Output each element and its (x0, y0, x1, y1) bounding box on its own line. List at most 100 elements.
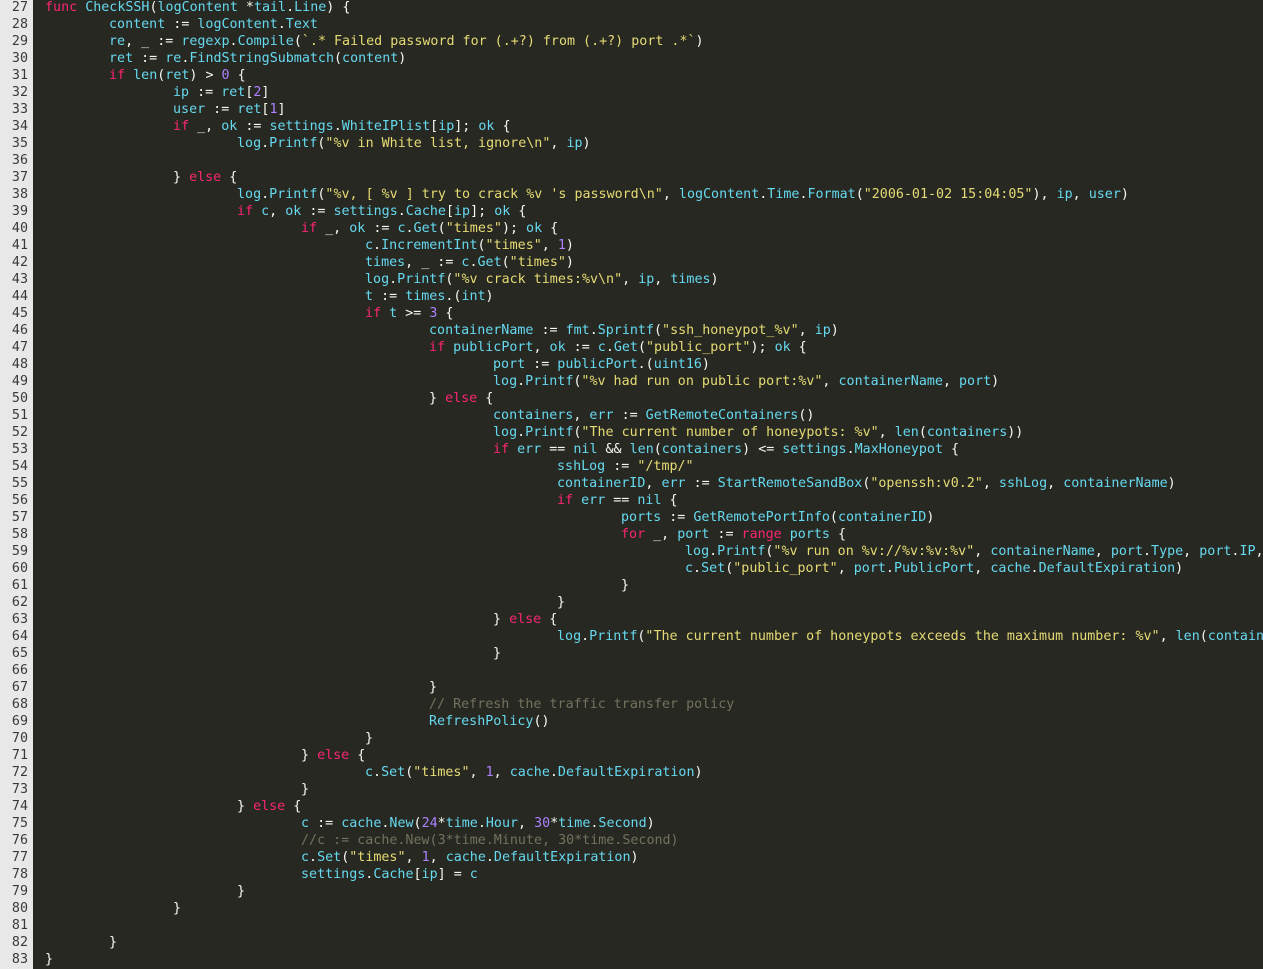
code-token: ) (630, 850, 639, 865)
code-token: , (974, 544, 991, 559)
code-line[interactable]: log.Printf ("%v, [ %v ] try to crack %v '… (237, 186, 1129, 203)
code-line[interactable]: log.Printf("%v in White list, ignore\n",… (237, 135, 591, 152)
code-token: ] = (437, 867, 470, 882)
code-line[interactable]: } (365, 730, 373, 747)
code-token: , (573, 408, 590, 423)
code-line[interactable]: if t >= 3 { (365, 305, 453, 322)
code-line[interactable]: log.Printf("%v crack times:%v\n", ip, ti… (365, 271, 719, 288)
code-line[interactable]: containerID, err := StartRemoteSandBox("… (557, 475, 1176, 492)
code-token: } (237, 799, 254, 814)
code-line[interactable]: if _, ok := settings.WhiteIPlist[ip]; ok… (173, 118, 511, 135)
code-line[interactable]: // Refresh the traffic transfer policy (429, 696, 734, 713)
code-line[interactable]: if err == nil && len(containers) <= sett… (493, 441, 959, 458)
code-line[interactable]: re, _ := regexp.Compile(`.* Failed passw… (109, 33, 704, 50)
code-token: content (109, 17, 166, 32)
code-line[interactable]: } else { (237, 798, 301, 815)
code-editor[interactable]: 27 28 29 30 31 32 33 34 35 36 37 38 39 40 41 42 43 44 45 46… (0, 0, 1263, 969)
code-token: time (445, 816, 478, 831)
code-token: ( (149, 0, 158, 15)
code-token: ) > (189, 68, 222, 83)
code-token: ( (653, 442, 662, 457)
code-token: . (1142, 544, 1152, 559)
code-token: . (397, 204, 406, 219)
code-line[interactable]: c := cache.New(24*time.Hour, 30*time.Sec… (301, 815, 655, 832)
code-line[interactable]: } else { (301, 747, 365, 764)
code-line[interactable]: } (621, 577, 629, 594)
code-token: . (469, 255, 478, 270)
code-line[interactable]: user := ret[1] (173, 101, 286, 118)
code-area[interactable]: func CheckSSH(logContent *tail.Line) {co… (33, 0, 1263, 969)
code-line[interactable]: } else { (173, 169, 237, 186)
code-token: Printf (269, 136, 318, 151)
code-line[interactable]: for _, port := range ports { (621, 526, 846, 543)
code-token: "times" (413, 765, 470, 780)
code-line[interactable]: log.Printf("%v had run on public port:%v… (493, 373, 999, 390)
code-line[interactable]: } (557, 594, 565, 611)
code-line[interactable]: //c := cache.New(3*time.Minute, 30*time.… (301, 832, 679, 849)
line-number: 74 (11, 799, 28, 814)
line-number: 38 (11, 187, 28, 202)
code-line[interactable]: } (109, 934, 117, 951)
code-token: := (189, 85, 222, 100)
code-token: log (493, 374, 518, 389)
code-line[interactable]: log.Printf ("The current number of honeyp… (493, 424, 1023, 441)
code-line[interactable]: times, _ := c.Get("times") (365, 254, 574, 271)
code-line[interactable]: } (429, 679, 437, 696)
code-line[interactable]: containers, err := GetRemoteContainers() (493, 407, 814, 424)
code-token: log (365, 272, 390, 287)
code-line[interactable]: if err == nil { (557, 492, 678, 509)
code-token: "The current number of honeypots: %v" (581, 425, 879, 440)
code-token: , (662, 187, 679, 202)
code-token: := (301, 204, 334, 219)
line-number: 27 (11, 0, 28, 15)
code-line[interactable]: c.IncrementInt("times", 1) (365, 237, 574, 254)
code-token: ip (421, 867, 438, 882)
code-token: content (342, 51, 399, 66)
code-token: Type (1151, 544, 1184, 559)
code-token: , (822, 374, 839, 389)
code-line[interactable]: if publicPort, ok := c.Get("public_port"… (429, 339, 807, 356)
code-token: uint16 (653, 357, 702, 372)
code-line[interactable]: content := logContent.Text (109, 16, 318, 33)
code-line[interactable]: t := times.(int) (365, 288, 494, 305)
code-line[interactable]: } (237, 883, 245, 900)
code-token: := (685, 476, 718, 491)
code-line[interactable]: ports := GetRemotePortInfo(containerID) (621, 509, 934, 526)
code-token: c (301, 850, 310, 865)
code-line[interactable]: } else { (429, 390, 493, 407)
code-line[interactable]: if c, ok := settings.Cache[ip]; ok { (237, 203, 526, 220)
code-line[interactable]: if _, ok := c.Get("times"); ok { (301, 220, 558, 237)
code-line[interactable]: if len(ret) > 0 { (109, 67, 246, 84)
code-line[interactable]: } else { (493, 611, 557, 628)
code-line[interactable]: settings.Cache[ip] = c (301, 866, 478, 883)
code-token: , _ := (405, 255, 462, 270)
code-line[interactable]: ip := ret[2] (173, 84, 269, 101)
code-line[interactable]: } (493, 645, 501, 662)
code-line[interactable]: } (45, 951, 53, 968)
code-line[interactable]: c.Set("times", 1, cache.DefaultExpiratio… (301, 849, 639, 866)
code-token: "%v run on %v://%v:%v:%v" (773, 544, 975, 559)
code-line[interactable]: RefreshPolicy() (429, 713, 550, 730)
code-line[interactable]: sshLog := "/tmp/" (557, 458, 694, 475)
code-token: . (277, 17, 286, 32)
code-line[interactable]: } (173, 900, 181, 917)
code-token: if (557, 493, 574, 508)
code-token: 24 (421, 816, 438, 831)
code-line[interactable]: } (301, 781, 309, 798)
code-line[interactable]: containerName := fmt.Sprintf("ssh_honeyp… (429, 322, 839, 339)
code-line[interactable]: c.Set("public_port", port.PublicPort, ca… (685, 560, 1183, 577)
code-line[interactable]: log.Printf ("The current number of honeyp… (557, 628, 1263, 645)
code-line[interactable]: func CheckSSH(logContent *tail.Line) { (45, 0, 350, 16)
code-line[interactable]: log.Printf("%v run on %v://%v:%v:%v", co… (685, 543, 1263, 560)
line-number: 83 (11, 952, 28, 967)
code-token: Compile (237, 34, 294, 49)
code-token: ) (710, 272, 719, 287)
code-line[interactable]: c.Set("times", 1, cache.DefaultExpiratio… (365, 764, 703, 781)
line-number: 35 (11, 136, 28, 151)
code-line[interactable]: ret := re.FindStringSubmatch(content) (109, 50, 406, 67)
code-line[interactable]: port := publicPort.(uint16) (493, 356, 710, 373)
code-token: New (389, 816, 414, 831)
